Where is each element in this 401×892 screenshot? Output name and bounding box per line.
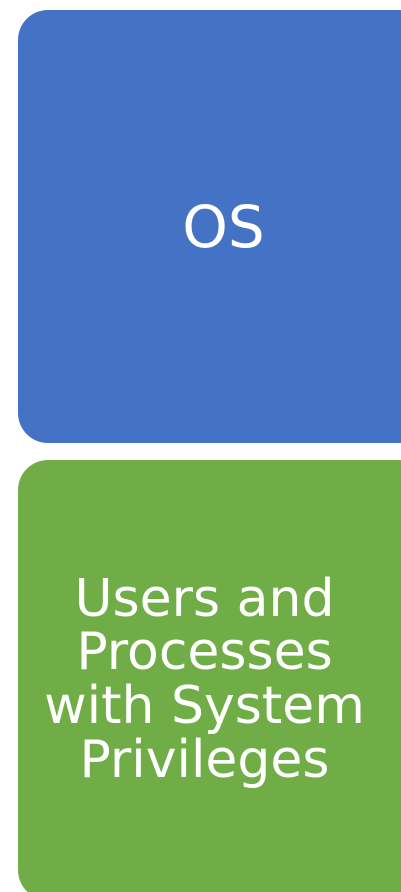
privileged-users-label: Users and Processes with System Privileg… — [44, 568, 365, 790]
diagram-canvas: OS Users and Processes with System Privi… — [0, 0, 401, 892]
os-label: OS — [182, 192, 265, 261]
privileged-users-block: Users and Processes with System Privileg… — [18, 460, 401, 892]
os-block: OS — [18, 10, 401, 443]
